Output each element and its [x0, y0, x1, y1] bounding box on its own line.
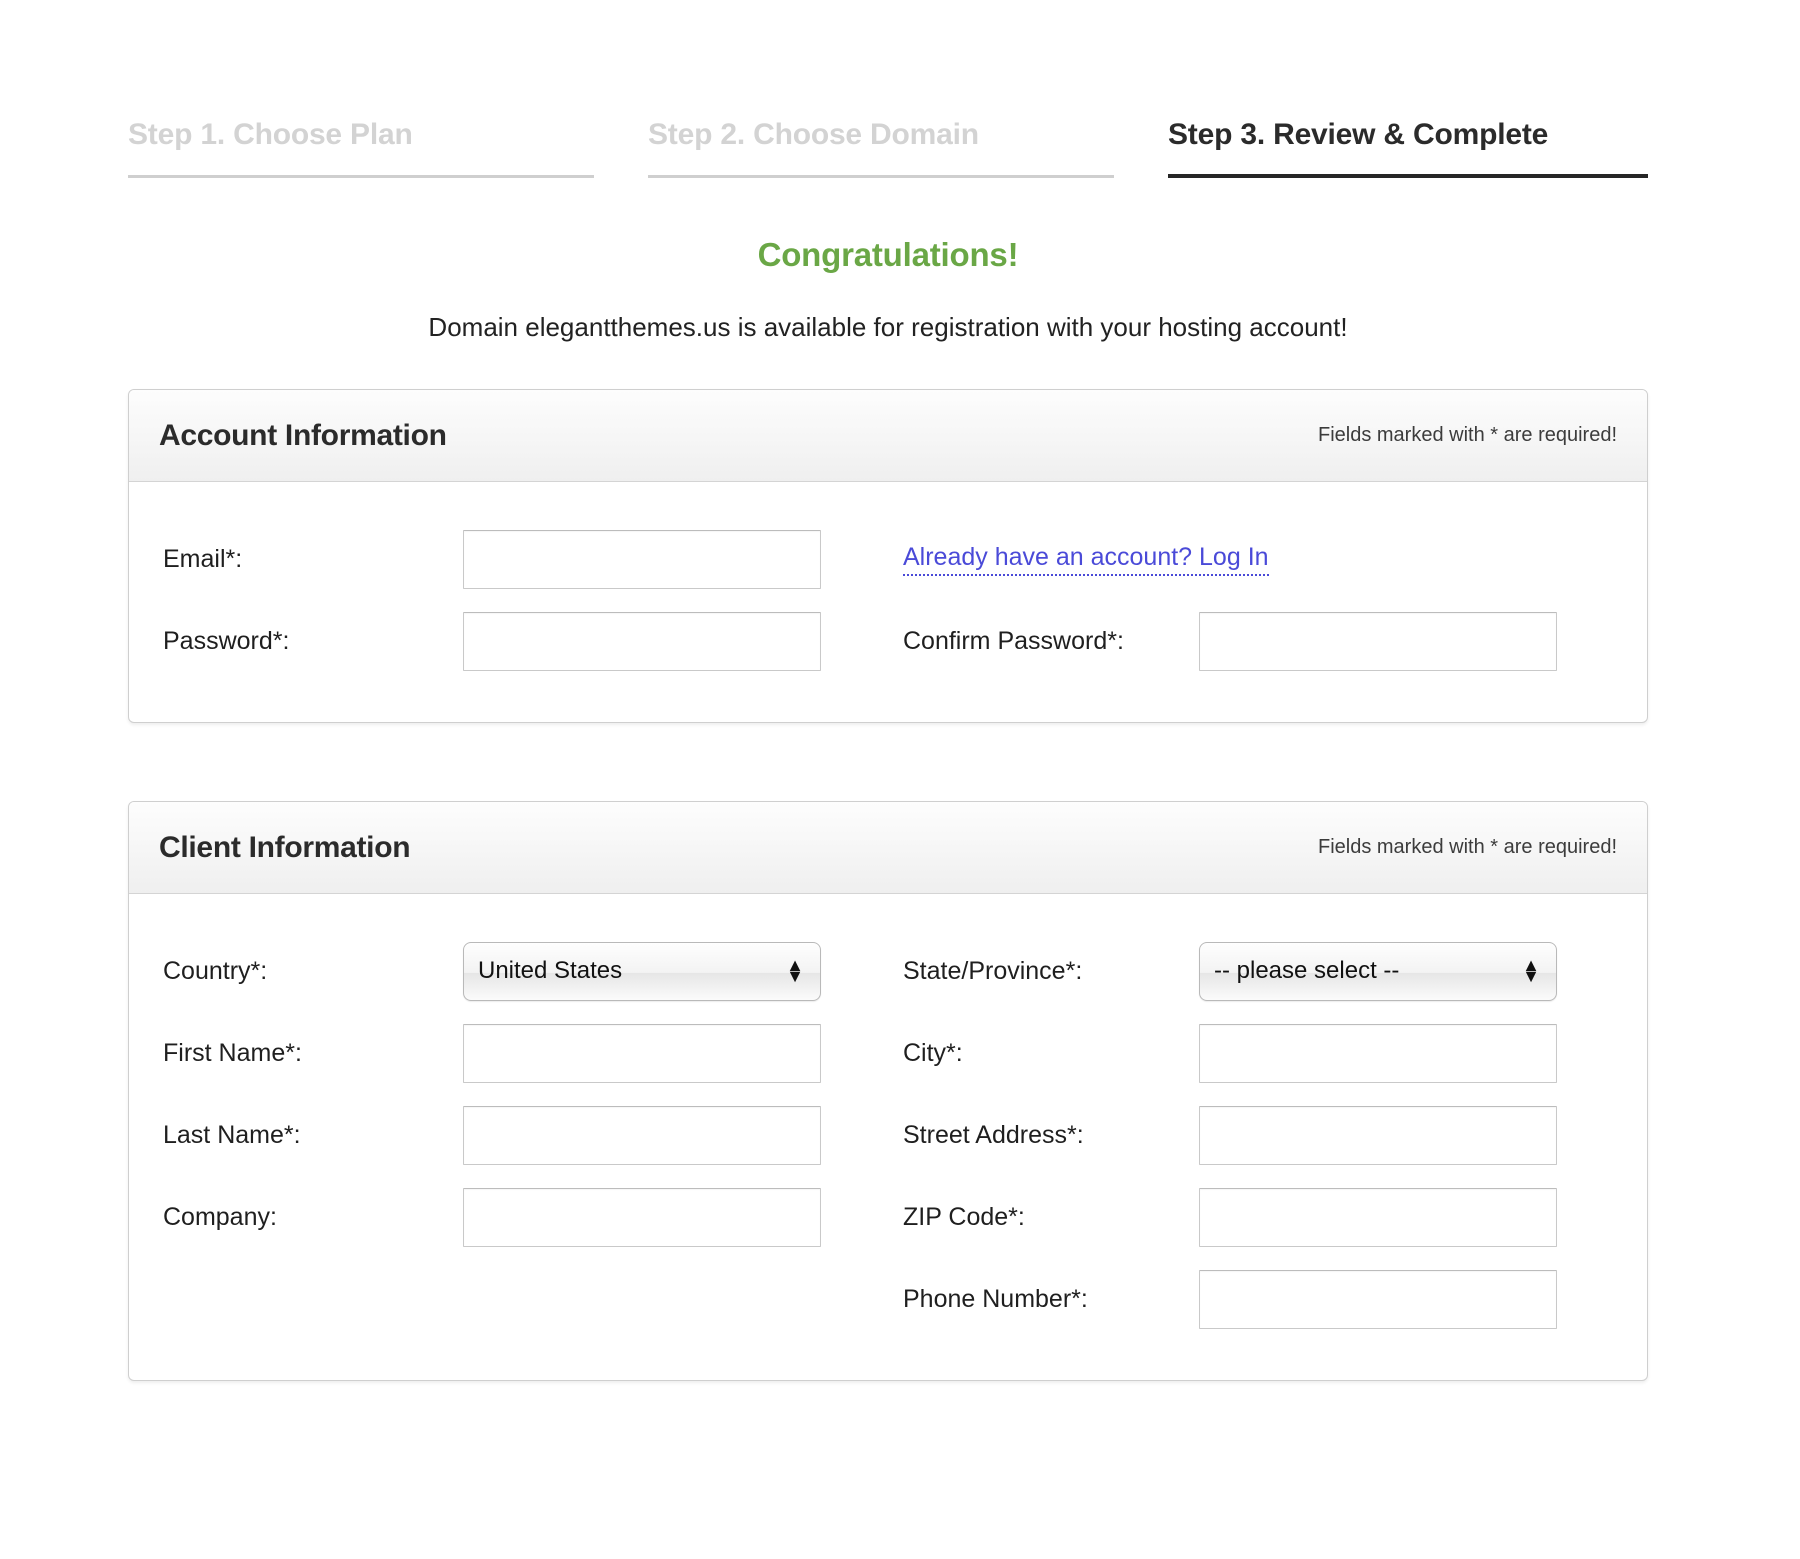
zip-field-group: ZIP Code*:	[903, 1176, 1603, 1258]
country-label: Country*:	[163, 956, 268, 985]
select-stepper-icon: ▲ ▼	[1522, 954, 1540, 986]
last-name-input[interactable]	[463, 1105, 821, 1165]
step-tab-choose-domain[interactable]: Step 2. Choose Domain	[648, 118, 1114, 178]
city-label: City*:	[903, 1038, 963, 1067]
state-label: State/Province*:	[903, 956, 1083, 985]
select-stepper-icon: ▲ ▼	[786, 954, 804, 986]
state-select-value: -- please select --	[1214, 957, 1400, 984]
step-progress-nav: Step 1. Choose Plan Step 2. Choose Domai…	[128, 0, 1648, 178]
account-information-panel: Account Information Fields marked with *…	[128, 389, 1648, 723]
step-tab-choose-plan[interactable]: Step 1. Choose Plan	[128, 118, 594, 178]
client-panel-header: Client Information Fields marked with * …	[129, 802, 1647, 894]
phone-number-label: Phone Number*:	[903, 1284, 1088, 1313]
first-name-input[interactable]	[463, 1023, 821, 1083]
company-zip-row: Company: ZIP Code*:	[163, 1176, 1613, 1258]
last-name-field-group: Last Name*:	[163, 1094, 903, 1176]
password-label: Password*:	[163, 626, 290, 655]
first-name-field-group: First Name*:	[163, 1012, 903, 1094]
client-required-fields-note: Fields marked with * are required!	[1317, 836, 1617, 858]
street-address-field-group: Street Address*:	[903, 1094, 1603, 1176]
signup-page: Step 1. Choose Plan Step 2. Choose Domai…	[0, 0, 1800, 1559]
client-panel-body: Country*: United States ▲ ▼ State/Provinc…	[129, 894, 1647, 1380]
city-field-group: City*:	[903, 1012, 1603, 1094]
account-panel-title: Account Information	[159, 418, 447, 452]
street-address-input[interactable]	[1199, 1105, 1557, 1165]
account-panel-body: Email*: Already have an account? Log In …	[129, 482, 1647, 722]
city-input[interactable]	[1199, 1023, 1557, 1083]
confirm-password-label: Confirm Password*:	[903, 626, 1124, 655]
lastname-street-row: Last Name*: Street Address*:	[163, 1094, 1613, 1176]
last-name-label: Last Name*:	[163, 1120, 301, 1149]
account-required-fields-note: Fields marked with * are required!	[1317, 424, 1617, 446]
firstname-city-row: First Name*: City*:	[163, 1012, 1613, 1094]
country-field-group: Country*: United States ▲ ▼	[163, 930, 903, 1012]
client-information-panel: Client Information Fields marked with * …	[128, 801, 1648, 1381]
phone-number-input[interactable]	[1199, 1269, 1557, 1329]
email-row: Email*: Already have an account? Log In	[163, 518, 1613, 600]
phone-row: Phone Number*:	[163, 1258, 1613, 1340]
street-address-label: Street Address*:	[903, 1120, 1084, 1149]
congratulations-heading: Congratulations!	[757, 236, 1019, 273]
company-label: Company:	[163, 1202, 277, 1231]
first-name-label: First Name*:	[163, 1038, 302, 1067]
country-select[interactable]: United States ▲ ▼	[463, 941, 821, 1001]
phone-field-group: Phone Number*:	[903, 1258, 1603, 1340]
state-select[interactable]: -- please select -- ▲ ▼	[1199, 941, 1557, 1001]
password-row: Password*: Confirm Password*:	[163, 600, 1613, 682]
client-panel-title: Client Information	[159, 830, 411, 864]
password-input[interactable]	[463, 611, 821, 671]
phone-spacer	[163, 1258, 903, 1340]
company-field-group: Company:	[163, 1176, 903, 1258]
email-input[interactable]	[463, 529, 821, 589]
zip-code-input[interactable]	[1199, 1187, 1557, 1247]
login-link-group: Already have an account? Log In	[903, 518, 1603, 600]
domain-availability-message: Domain elegantthemes.us is available for…	[428, 312, 1348, 342]
step-tab-review-complete[interactable]: Step 3. Review & Complete	[1168, 118, 1648, 178]
company-input[interactable]	[463, 1187, 821, 1247]
password-field-group: Password*:	[163, 600, 903, 682]
confirm-password-field-group: Confirm Password*:	[903, 600, 1603, 682]
email-label: Email*:	[163, 544, 243, 573]
country-select-value: United States	[478, 957, 623, 984]
confirm-password-input[interactable]	[1199, 611, 1557, 671]
zip-code-label: ZIP Code*:	[903, 1202, 1025, 1231]
page-content: Step 1. Choose Plan Step 2. Choose Domai…	[128, 0, 1648, 1381]
email-field-group: Email*:	[163, 518, 903, 600]
state-field-group: State/Province*: -- please select -- ▲ ▼	[903, 930, 1603, 1012]
account-panel-header: Account Information Fields marked with *…	[129, 390, 1647, 482]
login-link[interactable]: Already have an account? Log In	[903, 543, 1269, 576]
country-state-row: Country*: United States ▲ ▼ State/Provinc…	[163, 930, 1613, 1012]
